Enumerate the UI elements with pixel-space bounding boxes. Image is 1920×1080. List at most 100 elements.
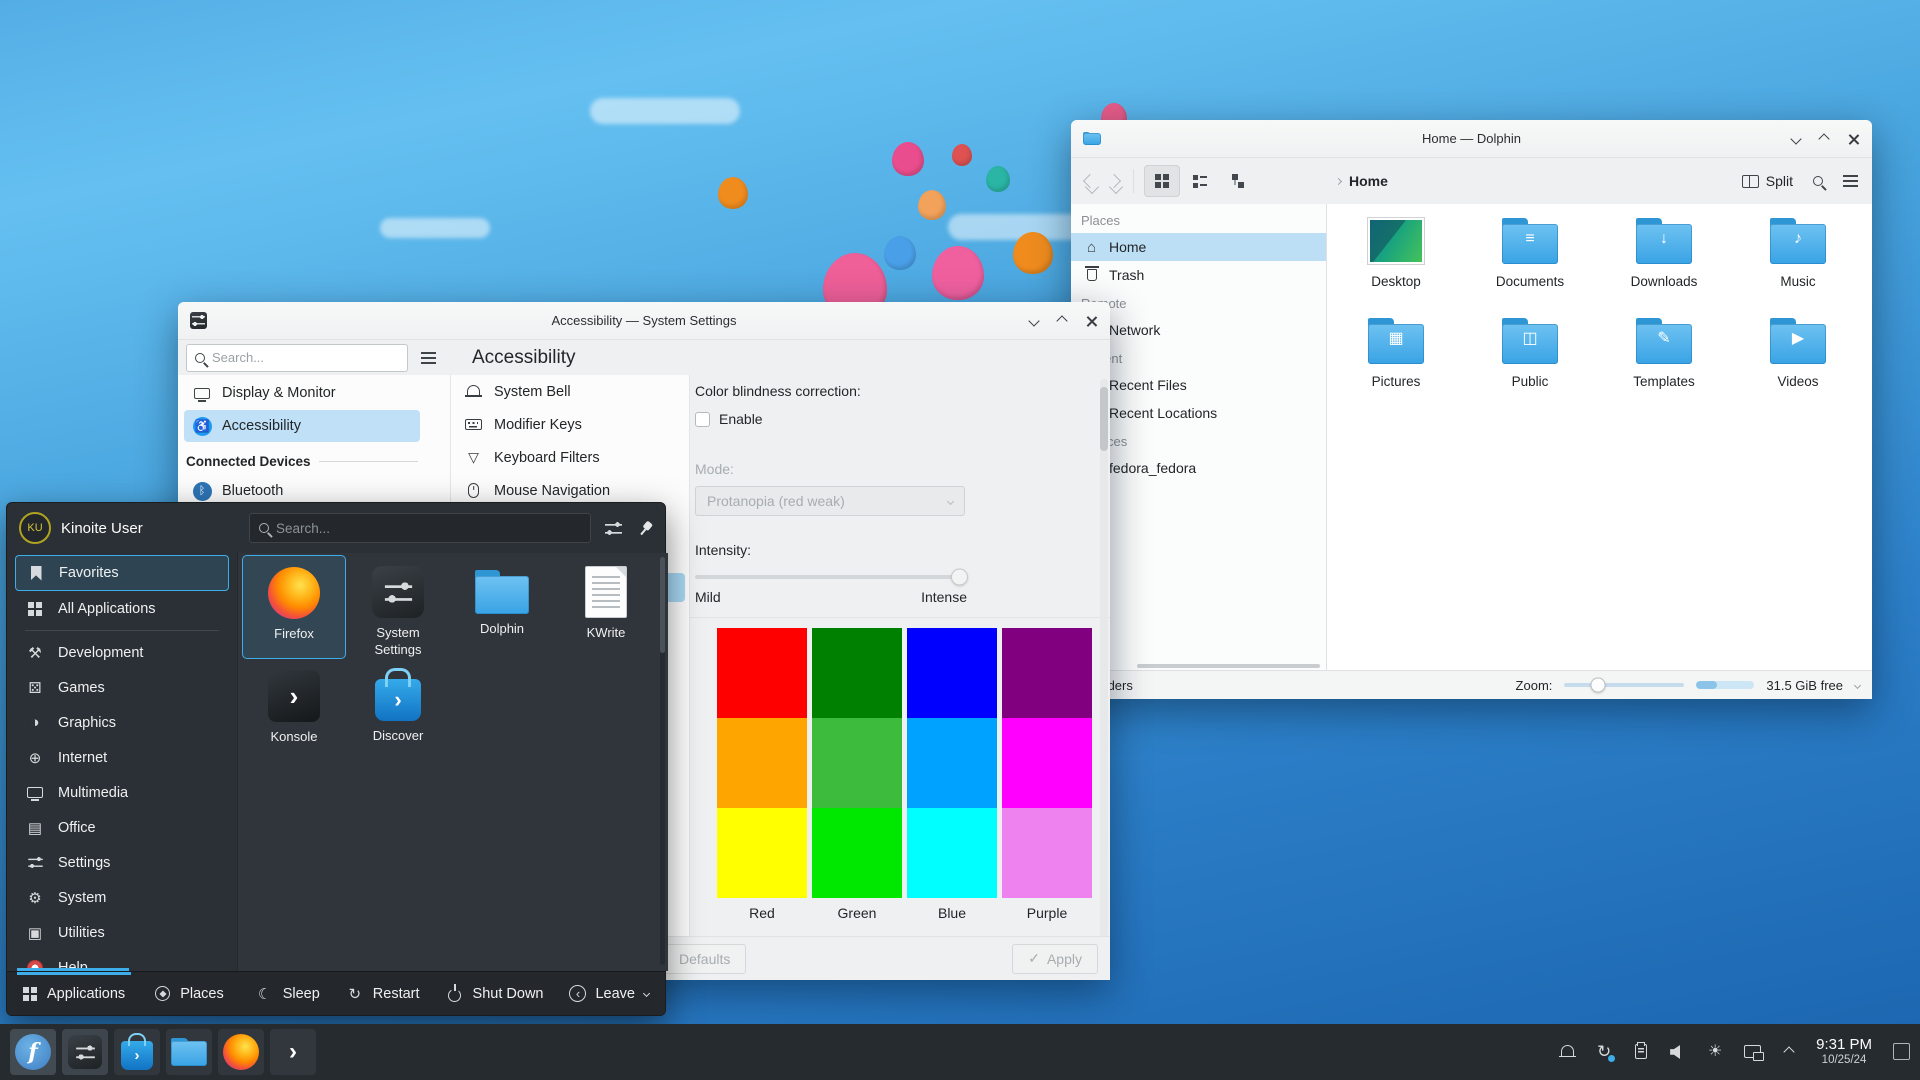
task-dolphin[interactable] xyxy=(166,1029,212,1075)
task-discover[interactable]: › xyxy=(114,1029,160,1075)
avatar[interactable]: KU xyxy=(19,512,51,544)
enable-checkbox[interactable] xyxy=(695,412,710,427)
zoom-slider[interactable] xyxy=(1564,683,1684,687)
launcher-search-box[interactable] xyxy=(249,513,591,543)
pin-icon[interactable] xyxy=(635,517,656,538)
category-settings[interactable]: Settings xyxy=(15,845,229,880)
minimize-icon[interactable] xyxy=(1028,315,1039,326)
brightness-icon[interactable]: ☀ xyxy=(1705,1042,1725,1062)
videos-emblem-icon: ▶ xyxy=(1770,331,1826,347)
hamburger-menu-icon[interactable] xyxy=(1843,180,1858,182)
app-konsole[interactable]: › Konsole xyxy=(242,659,346,763)
folder-documents[interactable]: ≡ Documents xyxy=(1463,216,1597,316)
system-tray: ↻ ☀ 9:31 PM 10/25/24 xyxy=(1557,1036,1910,1068)
color-column-label: Red xyxy=(717,905,807,921)
tab-places[interactable]: Places xyxy=(155,972,224,1015)
category-multimedia[interactable]: Multimedia xyxy=(15,775,229,810)
subpage-modifier-keys[interactable]: Modifier Keys xyxy=(451,408,689,441)
places-item-home[interactable]: ⌂ Home xyxy=(1071,233,1326,261)
category-development[interactable]: ⚒ Development xyxy=(15,635,229,670)
task-konsole[interactable]: › xyxy=(270,1029,316,1075)
updates-icon[interactable]: ↻ xyxy=(1594,1042,1614,1062)
sleep-button[interactable]: ☾ Sleep xyxy=(256,985,320,1003)
defaults-button[interactable]: Defaults xyxy=(663,944,746,974)
launcher-button[interactable]: f xyxy=(10,1029,56,1075)
search-icon[interactable] xyxy=(1813,176,1823,186)
show-desktop-button[interactable] xyxy=(1893,1043,1910,1060)
settings-titlebar[interactable]: Accessibility — System Settings xyxy=(178,302,1110,340)
zoom-slider-handle[interactable] xyxy=(1590,678,1605,693)
places-horizontal-scrollbar[interactable] xyxy=(1137,664,1320,668)
color-blindness-panel: Color blindness correction: Enable Mode:… xyxy=(690,375,1110,980)
close-icon[interactable] xyxy=(1848,133,1860,145)
desktop[interactable]: Home — Dolphin Home Split xyxy=(0,0,1920,1080)
folder-pictures[interactable]: ▦ Pictures xyxy=(1329,316,1463,416)
tab-applications[interactable]: Applications xyxy=(23,972,125,1015)
folder-desktop[interactable]: Desktop xyxy=(1329,216,1463,316)
close-icon[interactable] xyxy=(1086,315,1098,327)
task-firefox[interactable] xyxy=(218,1029,264,1075)
back-button[interactable] xyxy=(1085,176,1095,186)
launcher-search-input[interactable] xyxy=(276,521,581,536)
app-kwrite[interactable]: KWrite xyxy=(554,555,658,659)
color-swatch xyxy=(812,718,902,808)
folder-public[interactable]: ◫ Public xyxy=(1463,316,1597,416)
mode-dropdown[interactable]: Protanopia (red weak) xyxy=(695,486,965,516)
category-utilities[interactable]: ▣ Utilities xyxy=(15,915,229,950)
category-games[interactable]: ⚄ Games xyxy=(15,670,229,705)
app-firefox[interactable]: Firefox xyxy=(242,555,346,659)
folder-videos[interactable]: ▶ Videos xyxy=(1731,316,1865,416)
dolphin-titlebar[interactable]: Home — Dolphin xyxy=(1071,120,1872,158)
breadcrumb[interactable]: Home xyxy=(1336,173,1388,189)
sidebar-item-display-monitor[interactable]: Display & Monitor xyxy=(184,377,420,409)
maximize-icon[interactable] xyxy=(1056,315,1067,326)
app-dolphin[interactable]: Dolphin xyxy=(450,555,554,659)
leave-chevron-icon[interactable] xyxy=(643,990,650,997)
details-view-button[interactable] xyxy=(1220,165,1256,197)
public-emblem-icon: ◫ xyxy=(1502,331,1558,347)
color-swatch xyxy=(717,808,807,898)
folder-downloads[interactable]: ↓ Downloads xyxy=(1597,216,1731,316)
places-item-trash[interactable]: Trash xyxy=(1071,261,1326,289)
icons-view-button[interactable] xyxy=(1144,165,1180,197)
forward-button[interactable] xyxy=(1109,176,1119,186)
sidebar-item-accessibility[interactable]: ♿ Accessibility xyxy=(184,410,420,442)
subpage-system-bell[interactable]: System Bell xyxy=(451,375,689,408)
panel-scrollbar[interactable] xyxy=(1100,379,1108,974)
task-system-settings[interactable] xyxy=(62,1029,108,1075)
dolphin-statusbar: 8 folders Zoom: 31.5 GiB free xyxy=(1071,670,1872,699)
app-discover[interactable]: › Discover xyxy=(346,659,450,763)
places-section-header: Places xyxy=(1071,208,1326,233)
intensity-slider[interactable] xyxy=(695,575,967,579)
hamburger-menu-icon[interactable] xyxy=(421,357,436,359)
breadcrumb-home[interactable]: Home xyxy=(1349,173,1388,189)
category-internet[interactable]: ⊕ Internet xyxy=(15,740,229,775)
configure-icon[interactable] xyxy=(605,522,622,535)
folder-view[interactable]: Desktop ≡ Documents ↓ Downloads ♪ Music xyxy=(1327,204,1872,670)
mode-label: Mode: xyxy=(695,461,1096,477)
clock[interactable]: 9:31 PM 10/25/24 xyxy=(1816,1036,1872,1068)
intensity-slider-handle[interactable] xyxy=(951,569,968,586)
category-favorites[interactable]: Favorites xyxy=(15,555,229,591)
category-all-applications[interactable]: All Applications xyxy=(15,591,229,626)
settings-search-input[interactable] xyxy=(212,350,399,365)
compact-view-button[interactable] xyxy=(1182,165,1218,197)
category-graphics[interactable]: ◑ Graphics xyxy=(15,705,229,740)
shutdown-button[interactable]: Shut Down xyxy=(446,986,544,1002)
subpage-keyboard-filters[interactable]: ▽ Keyboard Filters xyxy=(451,441,689,474)
category-system[interactable]: ⚙ System xyxy=(15,880,229,915)
category-office[interactable]: ▤ Office xyxy=(15,810,229,845)
folder-music[interactable]: ♪ Music xyxy=(1731,216,1865,316)
settings-search-box[interactable] xyxy=(186,344,408,372)
restart-button[interactable]: ↻ Restart xyxy=(346,985,420,1003)
folder-templates[interactable]: ✎ Templates xyxy=(1597,316,1731,416)
minimize-icon[interactable] xyxy=(1790,133,1801,144)
split-button[interactable]: Split xyxy=(1742,173,1793,189)
free-space-chevron-icon[interactable] xyxy=(1854,681,1861,688)
app-system-settings[interactable]: System Settings xyxy=(346,555,450,659)
grid-scrollbar[interactable] xyxy=(660,557,665,965)
leave-button[interactable]: ‹ Leave xyxy=(569,985,649,1002)
apply-button[interactable]: ✓ Apply xyxy=(1012,944,1098,974)
maximize-icon[interactable] xyxy=(1818,133,1829,144)
compass-icon xyxy=(155,986,170,1001)
